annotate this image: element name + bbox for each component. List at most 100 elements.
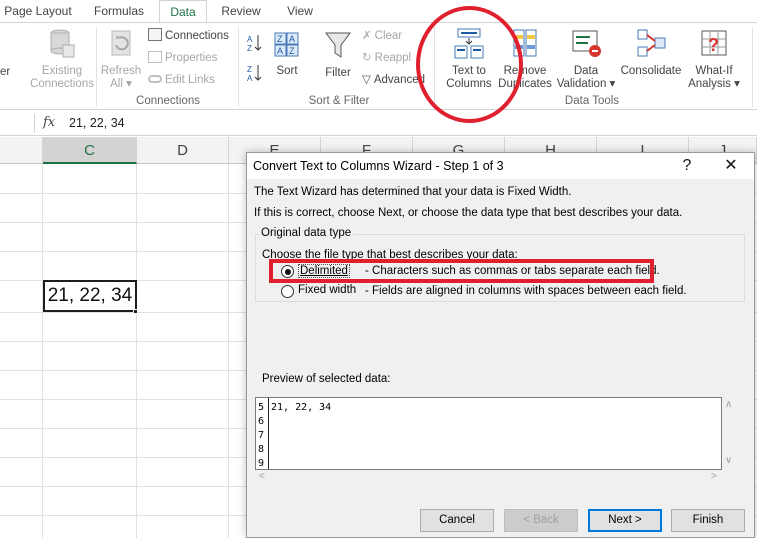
- reapply-label: Reappl: [374, 52, 412, 64]
- preview-row-number: 7: [258, 430, 265, 441]
- annotation-highlight-box: [269, 259, 654, 283]
- svg-text:A: A: [247, 74, 253, 83]
- clear-button[interactable]: ✗ Clear: [362, 27, 402, 45]
- back-button[interactable]: < Back: [504, 509, 578, 532]
- fixed-width-label[interactable]: Fixed width: [298, 284, 356, 296]
- fill-handle[interactable]: [133, 309, 138, 314]
- dialog-title: Convert Text to Columns Wizard - Step 1 …: [253, 159, 504, 173]
- grid-line: [136, 164, 137, 538]
- annotation-circle: [416, 6, 523, 123]
- cancel-button[interactable]: Cancel: [420, 509, 494, 532]
- close-button[interactable]: ✕: [717, 155, 745, 177]
- preview-row-number: 9: [258, 458, 265, 469]
- ribbon: er Existing Connections Refresh All ▾ Co…: [0, 22, 757, 110]
- connections-icon: [148, 28, 162, 41]
- tab-data[interactable]: Data: [159, 0, 207, 22]
- preview-label: Preview of selected data:: [262, 373, 391, 385]
- column-header-d[interactable]: D: [137, 137, 229, 164]
- connections-label: Connections: [165, 30, 229, 42]
- reapply-icon: ↻: [362, 52, 372, 64]
- refresh-icon: [111, 30, 131, 56]
- help-button[interactable]: ?: [673, 155, 701, 177]
- data-validation-icon: [572, 30, 601, 57]
- existing-connections-label-2: Connections: [30, 78, 94, 90]
- svg-text:A: A: [277, 46, 283, 56]
- formula-bar: fx 21, 22, 34: [0, 111, 757, 136]
- next-button[interactable]: Next >: [588, 509, 662, 532]
- scroll-right-icon[interactable]: >: [711, 471, 717, 482]
- preview-row-number-separator: [268, 398, 269, 469]
- column-header-partial[interactable]: [0, 137, 43, 164]
- sort-label: Sort: [276, 65, 298, 77]
- grid-line: [228, 164, 229, 538]
- edit-links-button[interactable]: Edit Links: [148, 71, 215, 89]
- svg-text:Z: Z: [247, 44, 252, 53]
- preview-vertical-scrollbar[interactable]: ∧ ∨: [722, 397, 739, 470]
- formula-input[interactable]: 21, 22, 34: [69, 116, 125, 130]
- properties-button[interactable]: Properties: [148, 49, 217, 67]
- group-separator: [238, 27, 239, 107]
- svg-text:A: A: [289, 34, 295, 44]
- edit-links-label: Edit Links: [165, 74, 215, 86]
- clear-label: Clear: [374, 30, 403, 42]
- finish-button[interactable]: Finish: [671, 509, 745, 532]
- properties-icon: [148, 51, 162, 63]
- scroll-up-icon[interactable]: ∧: [725, 399, 732, 410]
- ribbon-tabs: Page Layout Formulas Data Review View: [0, 0, 757, 22]
- group-separator: [96, 27, 97, 107]
- tab-review[interactable]: Review: [214, 0, 268, 22]
- svg-text:Z: Z: [289, 46, 295, 56]
- data-validation-button[interactable]: Data Validation ▾: [555, 27, 617, 91]
- wizard-message-1: The Text Wizard has determined that your…: [254, 186, 572, 198]
- excel-window: Page Layout Formulas Data Review View er…: [0, 0, 757, 538]
- chain-link-icon: [148, 75, 162, 83]
- preview-horizontal-scrollbar[interactable]: < >: [255, 470, 722, 487]
- existing-connections-label-1: Existing: [41, 65, 83, 77]
- sort-dialog-icon: Z A A Z: [274, 32, 299, 57]
- reapply-button[interactable]: ↻ Reappl: [362, 49, 411, 67]
- connections-button[interactable]: Connections: [148, 27, 229, 45]
- what-if-label-1: What-If: [695, 65, 733, 77]
- active-cell[interactable]: 21, 22, 34: [43, 280, 137, 312]
- preview-row-number: 6: [258, 416, 265, 427]
- original-data-type-label: Original data type: [259, 227, 354, 239]
- clear-filter-icon: ✗: [362, 30, 372, 42]
- consolidate-icon: [637, 29, 666, 57]
- preview-row-number: 5: [258, 402, 265, 413]
- group-label-sort-filter: Sort & Filter: [308, 95, 370, 107]
- group-separator: [752, 27, 753, 107]
- fixed-width-description: - Fields are aligned in columns with spa…: [365, 285, 687, 297]
- data-preview[interactable]: 5 21, 22, 34 6 7 8 9: [255, 397, 722, 470]
- filter-button[interactable]: Filter: [318, 29, 358, 80]
- filter-label: Filter: [325, 67, 351, 79]
- grid-line: [42, 164, 43, 538]
- advanced-button[interactable]: ▽ Advanced: [362, 71, 425, 89]
- scroll-left-icon[interactable]: <: [259, 471, 265, 482]
- tab-page-layout[interactable]: Page Layout: [0, 0, 76, 22]
- sort-button[interactable]: Z A A Z Sort: [268, 31, 306, 78]
- advanced-filter-icon: ▽: [362, 74, 371, 86]
- what-if-analysis-button[interactable]: ? What-If Analysis ▾: [686, 27, 742, 91]
- dialog-titlebar[interactable]: Convert Text to Columns Wizard - Step 1 …: [247, 153, 754, 179]
- svg-text:Z: Z: [247, 65, 252, 74]
- fixed-width-radio[interactable]: [281, 285, 294, 298]
- insert-function-icon[interactable]: fx: [43, 115, 55, 130]
- column-header-c[interactable]: C: [43, 137, 137, 164]
- existing-connections-button[interactable]: Existing Connections: [30, 27, 94, 91]
- consolidate-button[interactable]: Consolidate: [618, 27, 684, 78]
- svg-text:A: A: [247, 35, 253, 44]
- sort-za-icon[interactable]: ZA: [246, 63, 262, 83]
- sort-ascending-icon: AZ: [247, 35, 262, 53]
- database-icon: [50, 29, 75, 58]
- refresh-all-button[interactable]: Refresh All ▾: [98, 27, 144, 91]
- preview-row-number: 8: [258, 444, 265, 455]
- group-label-connections: Connections: [136, 95, 200, 107]
- data-validation-label-1: Data: [573, 65, 599, 77]
- scroll-down-icon[interactable]: ∨: [725, 455, 732, 466]
- sort-az-icon[interactable]: AZ: [246, 33, 262, 53]
- tab-view[interactable]: View: [276, 0, 324, 22]
- what-if-label-2: Analysis ▾: [688, 78, 740, 90]
- svg-text:?: ?: [708, 35, 719, 55]
- refresh-all-label-2: All ▾: [110, 78, 132, 90]
- tab-formulas[interactable]: Formulas: [84, 0, 154, 22]
